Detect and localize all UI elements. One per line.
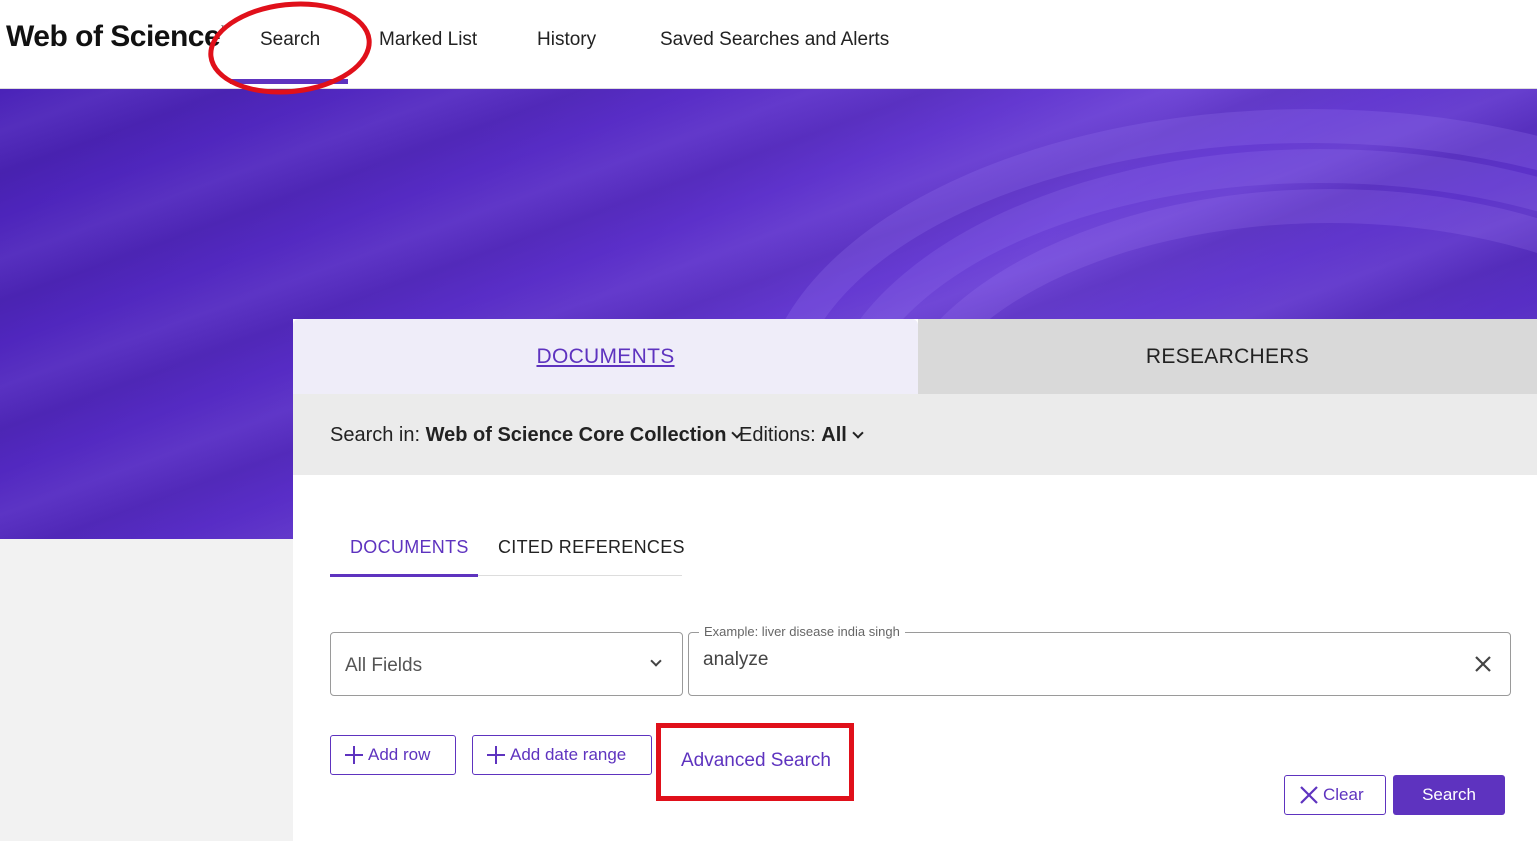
add-row-label: Add row (368, 745, 431, 764)
query-box: Example: liver disease india singh (688, 624, 1511, 696)
tab-documents-label: DOCUMENTS (536, 344, 675, 368)
search-field-select[interactable]: All Fields (330, 632, 683, 696)
subtab-cited-references[interactable]: CITED REFERENCES (498, 537, 685, 558)
subtab-documents[interactable]: DOCUMENTS (350, 537, 469, 558)
add-date-range-label: Add date range (510, 745, 627, 764)
search-in-bar: Search in: Web of Science Core Collectio… (293, 394, 1537, 475)
brand-name: Web of Science (6, 20, 221, 53)
search-query-input[interactable] (703, 649, 1443, 671)
tab-researchers[interactable]: RESEARCHERS (918, 319, 1537, 394)
nav-active-indicator (230, 79, 348, 84)
advanced-search-link[interactable]: Advanced Search (681, 750, 831, 772)
search-in-label: Search in: (330, 424, 421, 446)
nav-saved-searches-alerts[interactable]: Saved Searches and Alerts (660, 29, 889, 51)
top-nav-bar: Web of Science™ Search Marked List Histo… (0, 0, 1537, 89)
close-icon[interactable] (1472, 653, 1494, 675)
tab-researchers-label: RESEARCHERS (1145, 344, 1310, 368)
close-icon (1300, 786, 1318, 804)
add-date-range-button[interactable]: Add date range (472, 735, 652, 775)
add-row-button[interactable]: Add row (330, 735, 456, 775)
search-in-selector[interactable]: Search in: Web of Science Core Collectio… (330, 424, 744, 447)
search-button[interactable]: Search (1393, 775, 1505, 815)
nav-search[interactable]: Search (260, 29, 320, 51)
editions-label: Editions: (739, 424, 816, 446)
search-panel: DOCUMENTS RESEARCHERS Search in: Web of … (293, 319, 1537, 841)
tab-documents[interactable]: DOCUMENTS (293, 319, 918, 394)
plus-icon (345, 746, 363, 764)
editions-value: All (821, 424, 847, 446)
trademark-mark: ™ (220, 24, 228, 33)
web-of-science-logo[interactable]: Web of Science™ (6, 20, 228, 54)
chevron-down-icon (852, 427, 864, 439)
nav-marked-list[interactable]: Marked List (379, 29, 477, 51)
subtab-active-indicator (330, 574, 478, 577)
plus-icon (487, 746, 505, 764)
clear-button[interactable]: Clear (1284, 775, 1386, 815)
search-button-label: Search (1422, 785, 1476, 804)
editions-selector[interactable]: Editions: All (739, 424, 864, 447)
chevron-down-icon (650, 655, 662, 667)
search-field-value: All Fields (345, 655, 423, 676)
query-example-label: Example: liver disease india singh (699, 624, 905, 639)
search-in-value: Web of Science Core Collection (425, 424, 727, 446)
nav-history[interactable]: History (537, 29, 596, 51)
clear-label: Clear (1323, 785, 1364, 804)
